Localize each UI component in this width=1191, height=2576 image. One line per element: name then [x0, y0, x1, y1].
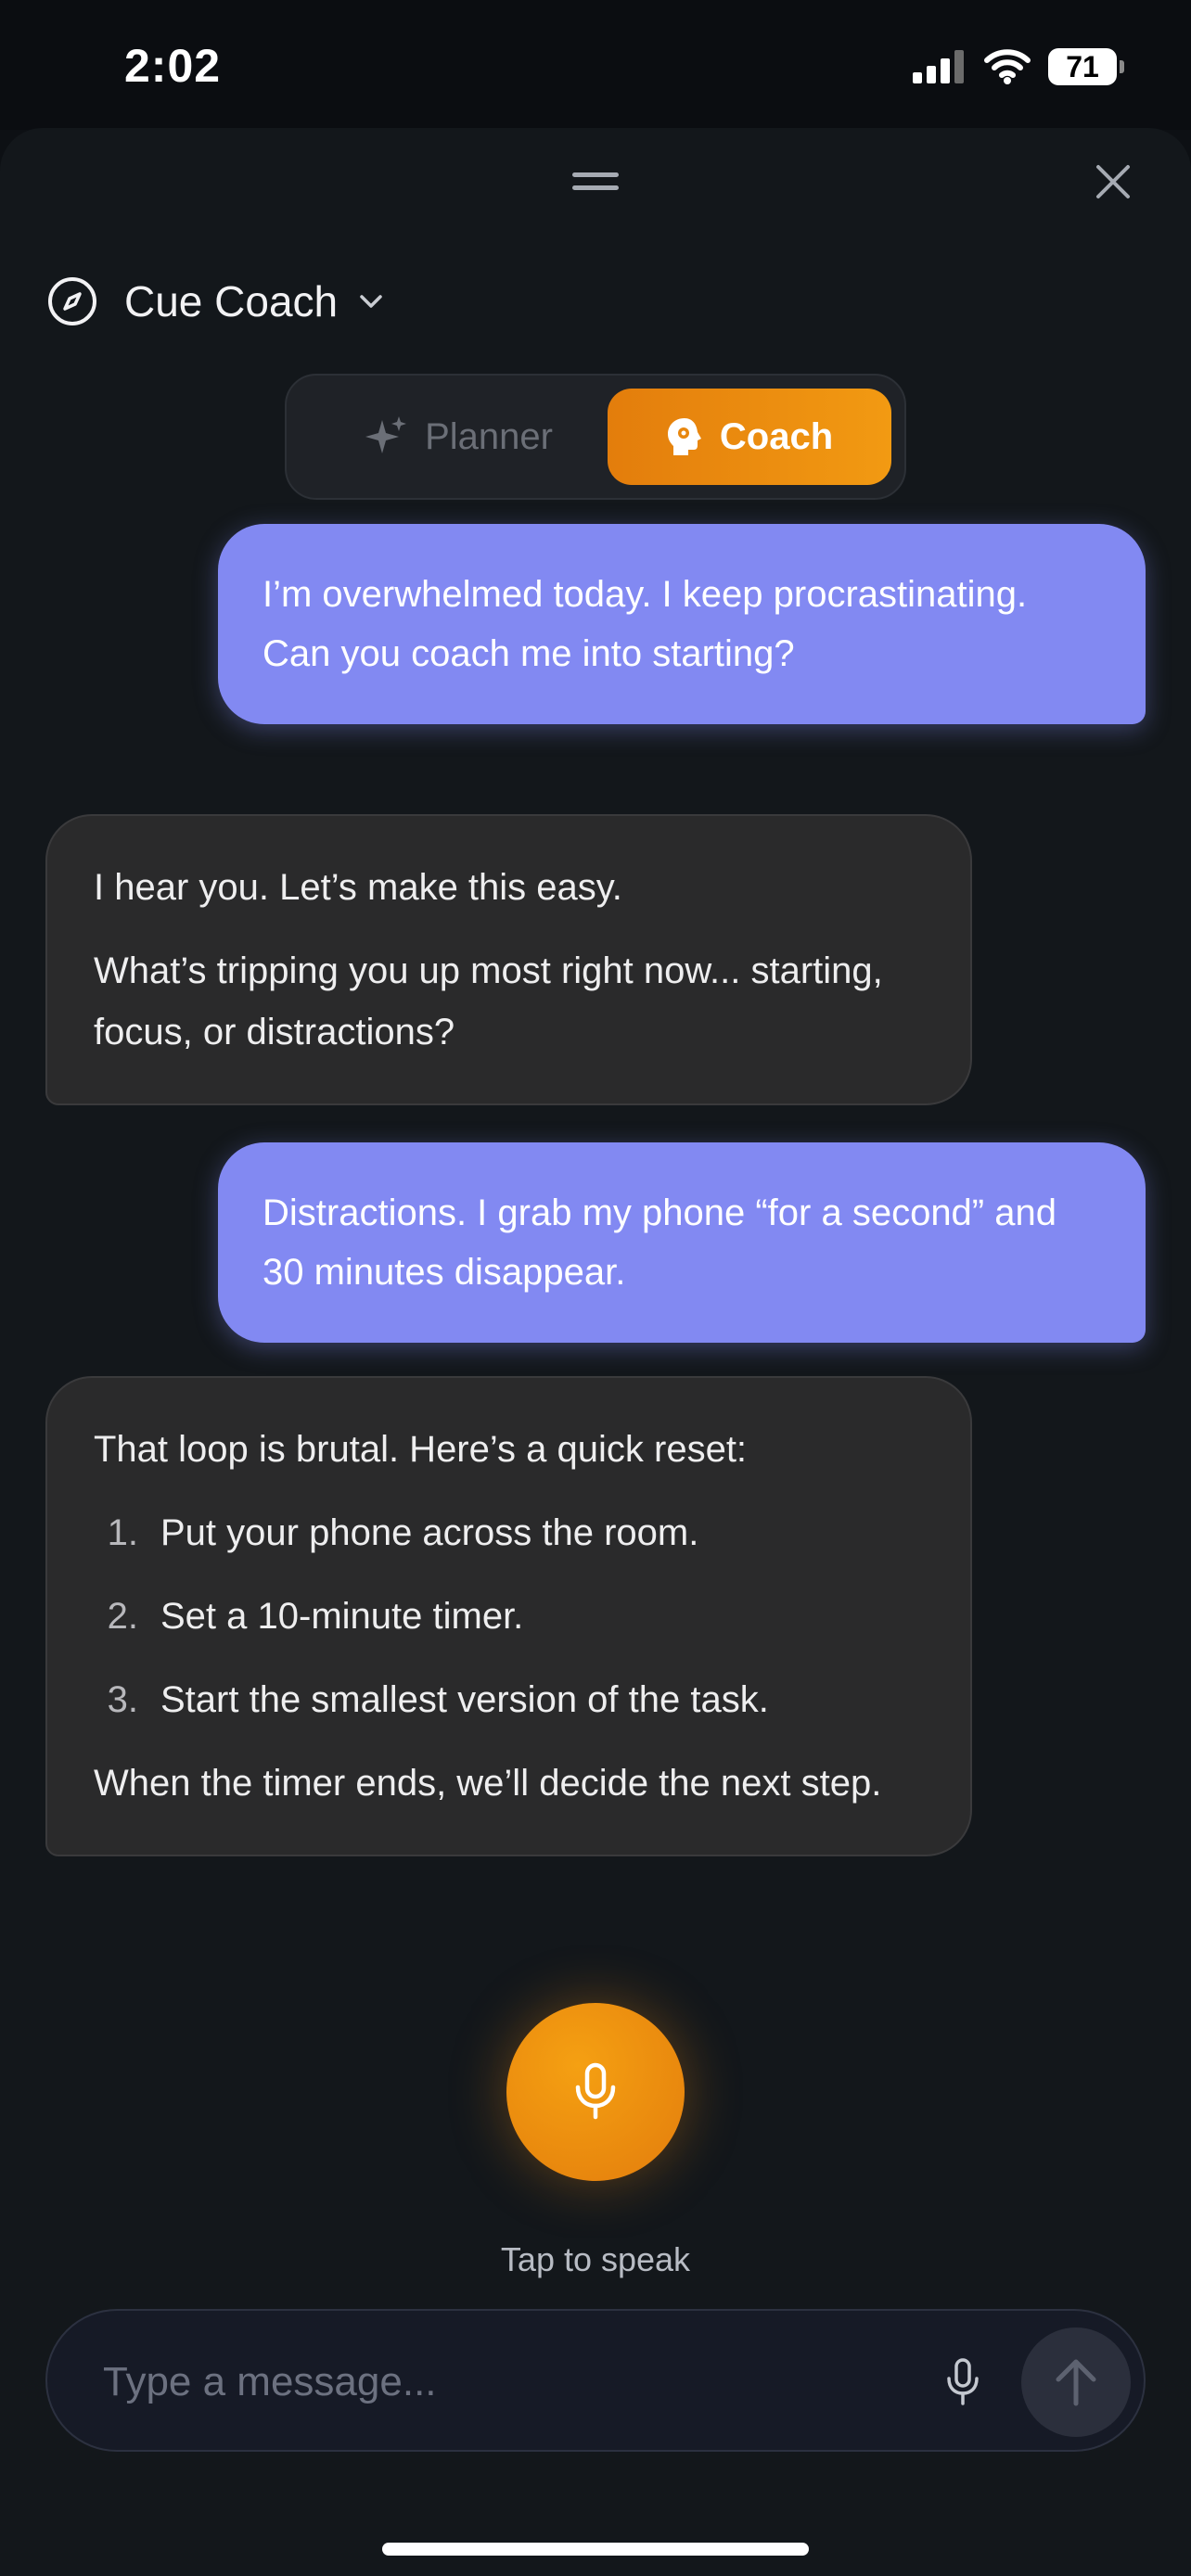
- tab-planner-label: Planner: [425, 415, 553, 457]
- message-paragraph: What’s tripping you up most right now...…: [94, 950, 883, 1052]
- assistant-message: That loop is brutal. Here’s a quick rese…: [45, 1376, 972, 1856]
- compass-icon: [48, 277, 96, 325]
- message-text: Distractions. I grab my phone “for a sec…: [263, 1192, 1057, 1293]
- battery-icon: 71: [1048, 48, 1124, 85]
- user-message: Distractions. I grab my phone “for a sec…: [218, 1142, 1146, 1343]
- microphone-icon: [947, 2358, 979, 2405]
- assistant-title: Cue Coach: [124, 277, 339, 325]
- tab-coach-label: Coach: [719, 415, 834, 457]
- steps-list: 1. Put your phone across the room. 2. Se…: [94, 1502, 924, 1730]
- message-composer: [45, 2309, 1146, 2452]
- assistant-selector[interactable]: Cue Coach: [46, 274, 384, 329]
- brain-head-icon: [667, 418, 701, 455]
- message-paragraph: When the timer ends, we’ll decide the ne…: [94, 1763, 882, 1804]
- dictation-button[interactable]: [930, 2350, 995, 2415]
- microphone-icon: [575, 2062, 616, 2120]
- message-paragraph: That loop is brutal. Here’s a quick rese…: [94, 1429, 748, 1470]
- tap-to-speak-label: Tap to speak: [500, 2240, 691, 2278]
- message-input[interactable]: [103, 2348, 919, 2417]
- cellular-signal-icon: [913, 50, 964, 83]
- step-number: 3.: [107, 1679, 138, 1720]
- step-text: Put your phone across the room.: [160, 1512, 699, 1553]
- send-button[interactable]: [1021, 2327, 1131, 2437]
- chevron-down-icon: [360, 295, 382, 308]
- user-message: I’m overwhelmed today. I keep procrastin…: [218, 524, 1146, 724]
- sparkles-icon: [365, 416, 407, 453]
- status-icons: 71: [913, 46, 1124, 87]
- step-text: Set a 10-minute timer.: [160, 1596, 524, 1637]
- mode-toggle: Planner Coach: [285, 374, 906, 500]
- tab-coach[interactable]: Coach: [608, 389, 891, 485]
- step-number: 2.: [107, 1596, 138, 1637]
- status-time: 2:02: [124, 40, 222, 92]
- wifi-icon: [984, 49, 1031, 84]
- arrow-up-icon: [1056, 2359, 1096, 2406]
- tab-planner[interactable]: Planner: [305, 389, 611, 485]
- message-paragraph: I hear you. Let’s make this easy.: [94, 867, 622, 908]
- list-item: 1. Put your phone across the room.: [94, 1502, 924, 1563]
- battery-level: 71: [1066, 49, 1099, 83]
- list-item: 3. Start the smallest version of the tas…: [94, 1669, 924, 1730]
- list-item: 2. Set a 10-minute timer.: [94, 1586, 924, 1647]
- drag-handle[interactable]: [572, 172, 619, 195]
- step-number: 1.: [107, 1512, 138, 1553]
- step-text: Start the smallest version of the task.: [160, 1679, 769, 1720]
- status-bar: 2:02 71: [0, 0, 1191, 130]
- close-icon[interactable]: [1091, 159, 1135, 204]
- message-text: I’m overwhelmed today. I keep procrastin…: [263, 574, 1028, 674]
- voice-record-button[interactable]: [506, 2003, 685, 2181]
- home-indicator[interactable]: [382, 2543, 809, 2556]
- assistant-message: I hear you. Let’s make this easy. What’s…: [45, 814, 972, 1105]
